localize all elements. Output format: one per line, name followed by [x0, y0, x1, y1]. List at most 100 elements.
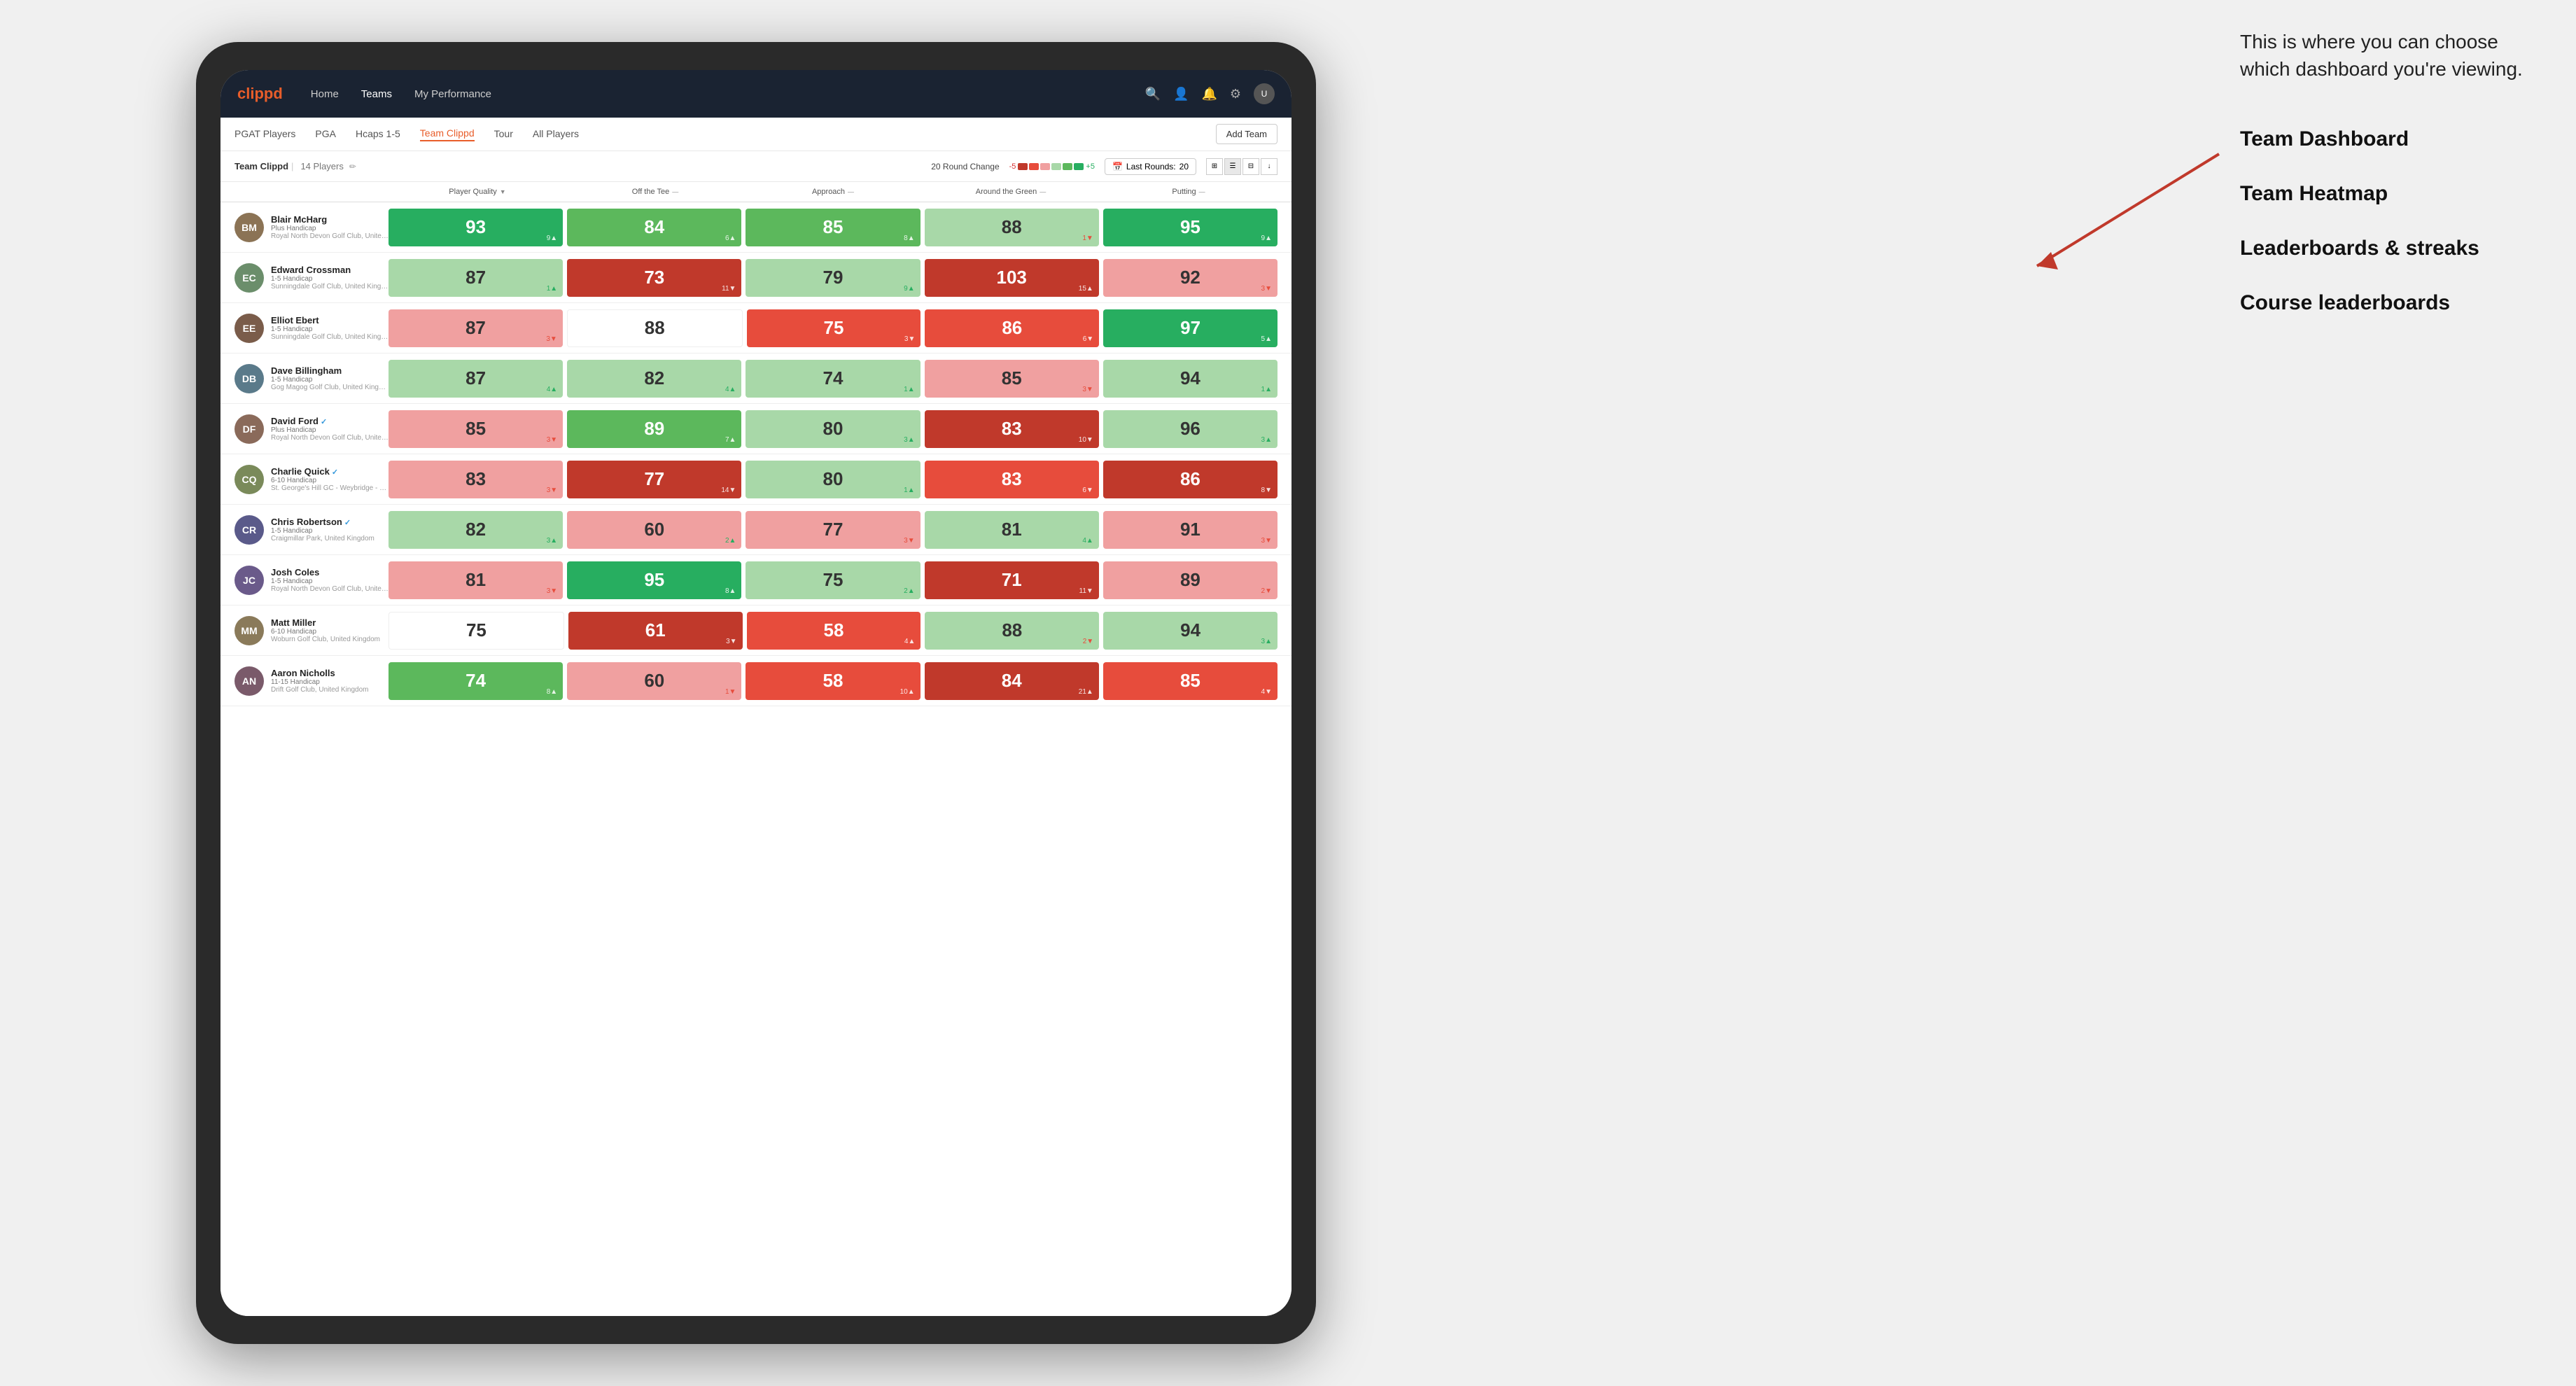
score-cell[interactable]: 75 [388, 612, 564, 650]
score-cell[interactable]: 753▼ [747, 309, 921, 347]
col-sort-arrow-quality[interactable]: ▼ [500, 188, 506, 195]
score-cell[interactable]: 7111▼ [925, 561, 1099, 599]
subnav-tour[interactable]: Tour [494, 128, 513, 141]
score-cell[interactable]: 874▲ [388, 360, 563, 398]
score-cell[interactable]: 801▲ [746, 461, 920, 498]
user-avatar[interactable]: U [1254, 83, 1275, 104]
player-name[interactable]: Chris Robertson ✓ [271, 517, 388, 527]
score-cell[interactable]: 941▲ [1103, 360, 1278, 398]
profile-icon[interactable]: 👤 [1173, 87, 1189, 102]
score-cell[interactable]: 88 [567, 309, 743, 347]
score-cell[interactable]: 846▲ [567, 209, 741, 246]
score-cell[interactable]: 975▲ [1103, 309, 1278, 347]
score-cell[interactable]: 958▲ [567, 561, 741, 599]
dashboard-option-2[interactable]: Team Heatmap [2240, 179, 2534, 209]
score-cell[interactable]: 892▼ [1103, 561, 1278, 599]
score-cell[interactable]: 853▼ [925, 360, 1099, 398]
score-cell[interactable]: 913▼ [1103, 511, 1278, 549]
score-cell[interactable]: 814▲ [925, 511, 1099, 549]
notification-icon[interactable]: 🔔 [1201, 87, 1217, 102]
subnav-team-clippd[interactable]: Team Clippd [420, 127, 475, 141]
table-row[interactable]: MMMatt Miller6-10 HandicapWoburn Golf Cl… [220, 606, 1292, 656]
dashboard-option-3[interactable]: Leaderboards & streaks [2240, 234, 2534, 263]
view-other-icon[interactable]: ⊟ [1242, 158, 1259, 175]
score-cell[interactable]: 959▲ [1103, 209, 1278, 246]
score-cell[interactable]: 7311▼ [567, 259, 741, 297]
edit-team-icon[interactable]: ✏ [349, 162, 356, 172]
score-cell[interactable]: 853▼ [388, 410, 563, 448]
score-cell[interactable]: 813▼ [388, 561, 563, 599]
score-cell[interactable]: 833▼ [388, 461, 563, 498]
nav-my-performance[interactable]: My Performance [414, 88, 491, 100]
table-row[interactable]: DBDave Billingham1-5 HandicapGog Magog G… [220, 354, 1292, 404]
view-grid-icon[interactable]: ⊞ [1206, 158, 1223, 175]
score-cell[interactable]: 748▲ [388, 662, 563, 700]
col-sort-arrow-approach[interactable]: — [848, 188, 854, 195]
score-cell[interactable]: 8310▼ [925, 410, 1099, 448]
subnav-pga[interactable]: PGA [315, 128, 336, 141]
last-rounds-button[interactable]: 📅 Last Rounds: 20 [1105, 158, 1196, 175]
score-cell[interactable]: 923▼ [1103, 259, 1278, 297]
player-name[interactable]: Josh Coles [271, 567, 388, 578]
score-cell[interactable]: 601▼ [567, 662, 741, 700]
table-row[interactable]: EEElliot Ebert1-5 HandicapSunningdale Go… [220, 303, 1292, 354]
score-cell[interactable]: 881▼ [925, 209, 1099, 246]
score-cell[interactable]: 741▲ [746, 360, 920, 398]
player-name[interactable]: David Ford ✓ [271, 416, 388, 426]
table-row[interactable]: BMBlair McHargPlus HandicapRoyal North D… [220, 202, 1292, 253]
score-cell[interactable]: 773▼ [746, 511, 920, 549]
score-cell[interactable]: 799▲ [746, 259, 920, 297]
table-row[interactable]: ANAaron Nicholls11-15 HandicapDrift Golf… [220, 656, 1292, 706]
score-cell[interactable]: 943▲ [1103, 612, 1278, 650]
score-cell[interactable]: 823▲ [388, 511, 563, 549]
table-row[interactable]: DFDavid Ford ✓Plus HandicapRoyal North D… [220, 404, 1292, 454]
score-cell[interactable]: 882▼ [925, 612, 1099, 650]
score-cell[interactable]: 584▲ [747, 612, 921, 650]
score-cell[interactable]: 752▲ [746, 561, 920, 599]
score-cell[interactable]: 836▼ [925, 461, 1099, 498]
col-sort-arrow-putting[interactable]: — [1199, 188, 1205, 195]
score-cell[interactable]: 866▼ [925, 309, 1099, 347]
score-cell[interactable]: 871▲ [388, 259, 563, 297]
subnav-all-players[interactable]: All Players [533, 128, 579, 141]
score-cell[interactable]: 939▲ [388, 209, 563, 246]
score-cell[interactable]: 963▲ [1103, 410, 1278, 448]
score-cell[interactable]: 873▼ [388, 309, 563, 347]
score-cell[interactable]: 8421▲ [925, 662, 1099, 700]
subnav-pgat[interactable]: PGAT Players [234, 128, 295, 141]
score-cell[interactable]: 5810▲ [746, 662, 920, 700]
settings-icon[interactable]: ⚙ [1230, 87, 1241, 102]
dashboard-option-1[interactable]: Team Dashboard [2240, 125, 2534, 154]
player-name[interactable]: Matt Miller [271, 617, 388, 628]
dashboard-option-4[interactable]: Course leaderboards [2240, 288, 2534, 318]
score-cell[interactable]: 854▼ [1103, 662, 1278, 700]
table-row[interactable]: ECEdward Crossman1-5 HandicapSunningdale… [220, 253, 1292, 303]
player-name[interactable]: Charlie Quick ✓ [271, 466, 388, 477]
score-cell[interactable]: 803▲ [746, 410, 920, 448]
score-cell[interactable]: 858▲ [746, 209, 920, 246]
player-name[interactable]: Elliot Ebert [271, 315, 388, 326]
table-row[interactable]: JCJosh Coles1-5 HandicapRoyal North Devo… [220, 555, 1292, 606]
search-icon[interactable]: 🔍 [1145, 87, 1161, 102]
score-cell[interactable]: 824▲ [567, 360, 741, 398]
score-cell[interactable]: 602▲ [567, 511, 741, 549]
view-list-icon[interactable]: ☰ [1224, 158, 1241, 175]
player-name[interactable]: Blair McHarg [271, 214, 388, 225]
score-cell[interactable]: 868▼ [1103, 461, 1278, 498]
table-row[interactable]: CRChris Robertson ✓1-5 HandicapCraigmill… [220, 505, 1292, 555]
app-logo[interactable]: clippd [237, 85, 283, 103]
player-name[interactable]: Edward Crossman [271, 265, 388, 275]
col-sort-arrow-tee[interactable]: — [672, 188, 678, 195]
nav-teams[interactable]: Teams [361, 88, 392, 100]
player-name[interactable]: Dave Billingham [271, 365, 388, 376]
nav-home[interactable]: Home [311, 88, 339, 100]
player-name[interactable]: Aaron Nicholls [271, 668, 388, 678]
score-cell[interactable]: 897▲ [567, 410, 741, 448]
table-row[interactable]: CQCharlie Quick ✓6-10 HandicapSt. George… [220, 454, 1292, 505]
score-cell[interactable]: 613▼ [568, 612, 743, 650]
view-download-icon[interactable]: ↓ [1261, 158, 1278, 175]
subnav-hcaps[interactable]: Hcaps 1-5 [356, 128, 400, 141]
col-sort-arrow-green[interactable]: — [1040, 188, 1046, 195]
add-team-button[interactable]: Add Team [1216, 124, 1278, 144]
score-cell[interactable]: 7714▼ [567, 461, 741, 498]
